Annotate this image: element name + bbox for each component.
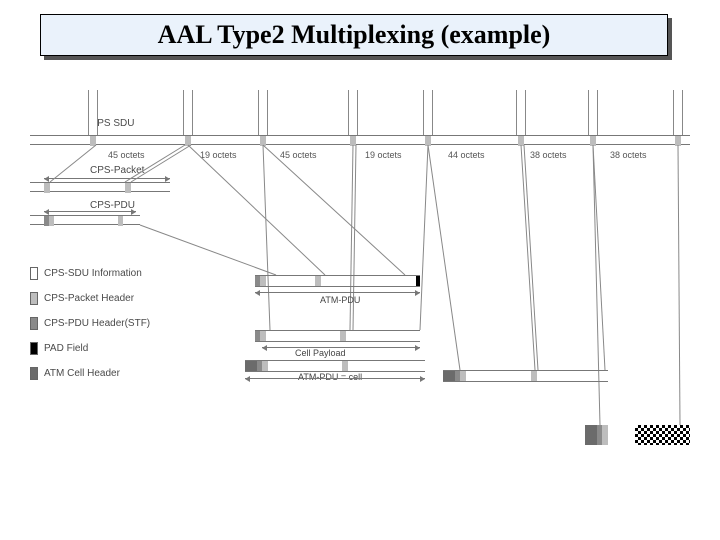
swatch-icon <box>30 367 38 380</box>
connector-lines <box>30 100 690 520</box>
legend-label: CPS-PDU Header(STF) <box>44 318 150 329</box>
channel-pipe <box>88 90 98 135</box>
size-label: 19 octets <box>365 150 402 160</box>
dim-cps-pdu <box>44 211 136 212</box>
size-label: 44 octets <box>448 150 485 160</box>
channel-pipe <box>588 90 598 135</box>
channel-pipe <box>673 90 683 135</box>
dim-atm-cell <box>245 378 425 379</box>
legend-label: CPS-Packet Header <box>44 293 134 304</box>
legend-pkt-hdr: CPS-Packet Header <box>30 290 134 306</box>
diagram: CPS SDU 45 octets 19 octets 45 octets 19… <box>30 100 690 520</box>
atm-cell-3 <box>443 370 608 382</box>
legend-pad: PAD Field <box>30 340 88 356</box>
legend-pdu-hdr: CPS-PDU Header(STF) <box>30 315 150 331</box>
page-title: AAL Type2 Multiplexing (example) <box>40 14 668 56</box>
label-cps-pdu: CPS-PDU <box>90 200 135 211</box>
swatch-icon <box>30 317 38 330</box>
legend-label: PAD Field <box>44 343 88 354</box>
channel-pipe <box>183 90 193 135</box>
swatch-icon <box>30 342 38 355</box>
legend-atm-hdr: ATM Cell Header <box>30 365 120 381</box>
label-atm-cell: ATM-PDU = cell <box>298 372 362 382</box>
size-label: 19 octets <box>200 150 237 160</box>
size-label: 38 octets <box>610 150 647 160</box>
legend-label: CPS-SDU Information <box>44 268 142 279</box>
dim-cell-payload <box>262 347 420 348</box>
pkt-band <box>30 182 170 192</box>
pdu-band <box>30 215 140 225</box>
swatch-icon <box>30 292 38 305</box>
channel-pipe <box>423 90 433 135</box>
label-cps-packet: CPS-Packet <box>90 165 144 176</box>
size-label: 45 octets <box>280 150 317 160</box>
swatch-icon <box>30 267 38 280</box>
dim-atm-pdu <box>255 292 420 293</box>
size-label: 45 octets <box>108 150 145 160</box>
atm-pdu-row <box>255 275 420 287</box>
size-label: 38 octets <box>530 150 567 160</box>
sdu-band <box>30 135 690 145</box>
channel-pipe <box>258 90 268 135</box>
label-atm-pdu: ATM-PDU <box>320 295 360 305</box>
legend-label: ATM Cell Header <box>44 368 120 379</box>
label-cell-payload: Cell Payload <box>295 348 346 358</box>
dim-cps-packet <box>44 178 170 179</box>
atm-cell-4 <box>585 425 690 445</box>
channel-pipe <box>516 90 526 135</box>
cell-payload-row <box>255 330 420 342</box>
channel-pipe <box>348 90 358 135</box>
legend-sdu-info: CPS-SDU Information <box>30 265 142 281</box>
